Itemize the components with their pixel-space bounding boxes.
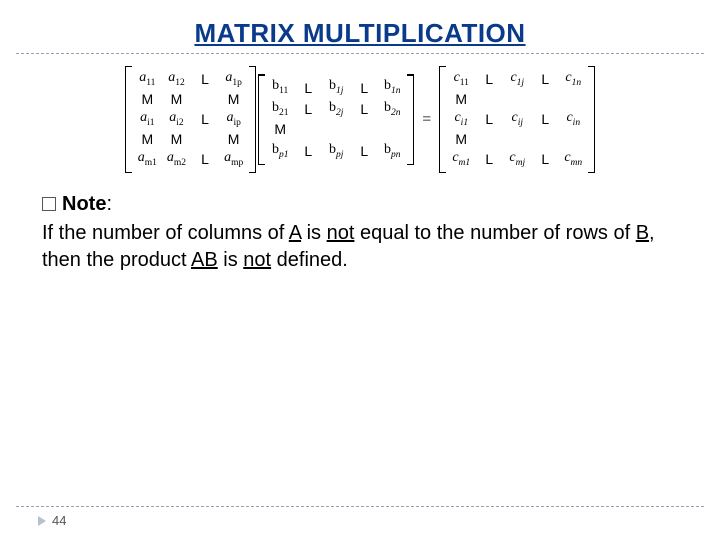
ellipsis-l: L: [196, 71, 214, 88]
cell: bpj: [327, 142, 345, 161]
cell: am2: [167, 150, 186, 169]
cell: ai1: [138, 110, 156, 129]
cell: b2j: [327, 100, 345, 119]
ellipsis-l: L: [355, 101, 373, 118]
matrix-a-grid: a11 a12 L a1p M M M ai1 ai2 L aip M M M …: [132, 66, 250, 173]
bracket-left: [258, 74, 265, 164]
matrix-c: c11 L c1j L c1n M ci1 L cij L cin M: [439, 66, 595, 173]
matrix-b-grid: b11 L b1j L b1n b21 L b2j L b2n M: [265, 74, 407, 164]
bracket-right: [588, 66, 595, 173]
note-heading: Note:: [42, 193, 112, 215]
bracket-right: [407, 74, 414, 164]
cell: am1: [138, 150, 157, 169]
matrix-a-ref: A: [289, 222, 301, 244]
ellipsis-l: L: [196, 151, 214, 168]
bracket-left: [125, 66, 132, 173]
page-number-value: 44: [52, 513, 66, 528]
cell: b1n: [383, 78, 401, 97]
note-colon: :: [106, 193, 112, 215]
equals-sign: =: [416, 111, 437, 129]
cell: cin: [564, 110, 582, 129]
product-ab-ref: AB: [191, 249, 218, 271]
matrix-b-ref: B: [636, 222, 649, 244]
cell: ci1: [452, 110, 470, 129]
cell: b1j: [327, 78, 345, 97]
ellipsis-l: L: [299, 80, 317, 97]
page-number: 44: [14, 513, 706, 528]
note-block: Note: If the number of columns of A is n…: [42, 191, 678, 274]
slide-title: MATRIX MULTIPLICATION: [14, 18, 706, 49]
ellipsis-m: M: [225, 131, 243, 148]
footer: 44: [14, 506, 706, 528]
cell: b2n: [383, 100, 401, 119]
cell: cij: [508, 110, 526, 129]
cell: c11: [452, 70, 470, 89]
cell: amp: [224, 150, 243, 169]
ellipsis-m: M: [138, 91, 156, 108]
cell: b11: [271, 78, 289, 97]
square-bullet-icon: [42, 197, 56, 211]
ellipsis-l: L: [299, 143, 317, 160]
title-divider: [16, 53, 704, 54]
ellipsis-m: M: [167, 131, 185, 148]
cell: a1p: [225, 70, 243, 89]
not-emphasis: not: [327, 222, 355, 244]
cell: bp1: [271, 142, 289, 161]
note-body: If the number of columns of A is not equ…: [42, 220, 678, 274]
ellipsis-l: L: [480, 151, 498, 168]
cell: c1j: [508, 70, 526, 89]
cell: c1n: [564, 70, 582, 89]
matrix-a: a11 a12 L a1p M M M ai1 ai2 L aip M M M …: [125, 66, 257, 173]
ellipsis-m: M: [452, 131, 470, 148]
cell: cmj: [508, 150, 526, 169]
cell: a12: [167, 70, 185, 89]
ellipsis-l: L: [299, 101, 317, 118]
ellipsis-m: M: [138, 131, 156, 148]
matrix-c-grid: c11 L c1j L c1n M ci1 L cij L cin M: [446, 66, 588, 173]
cell: b21: [271, 100, 289, 119]
ellipsis-m: M: [271, 121, 289, 138]
ellipsis-l: L: [355, 80, 373, 97]
footer-divider: [16, 506, 704, 507]
ellipsis-l: L: [536, 71, 554, 88]
ellipsis-l: L: [536, 151, 554, 168]
triangle-icon: [38, 516, 46, 526]
cell: bpn: [383, 142, 401, 161]
ellipsis-l: L: [480, 111, 498, 128]
ellipsis-l: L: [480, 71, 498, 88]
bracket-left: [439, 66, 446, 173]
not-emphasis: not: [243, 249, 271, 271]
slide: MATRIX MULTIPLICATION a11 a12 L a1p M M …: [0, 0, 720, 540]
cell: cmn: [564, 150, 582, 169]
cell: a11: [138, 70, 156, 89]
matrix-b: b11 L b1j L b1n b21 L b2j L b2n M: [258, 74, 414, 164]
cell: aip: [225, 110, 243, 129]
ellipsis-l: L: [196, 111, 214, 128]
cell: cm1: [452, 150, 470, 169]
ellipsis-m: M: [167, 91, 185, 108]
ellipsis-m: M: [225, 91, 243, 108]
note-label: Note: [62, 193, 106, 215]
ellipsis-l: L: [536, 111, 554, 128]
matrix-equation: a11 a12 L a1p M M M ai1 ai2 L aip M M M …: [14, 66, 706, 173]
cell: ai2: [167, 110, 185, 129]
ellipsis-l: L: [355, 143, 373, 160]
bracket-right: [249, 66, 256, 173]
ellipsis-m: M: [452, 91, 470, 108]
